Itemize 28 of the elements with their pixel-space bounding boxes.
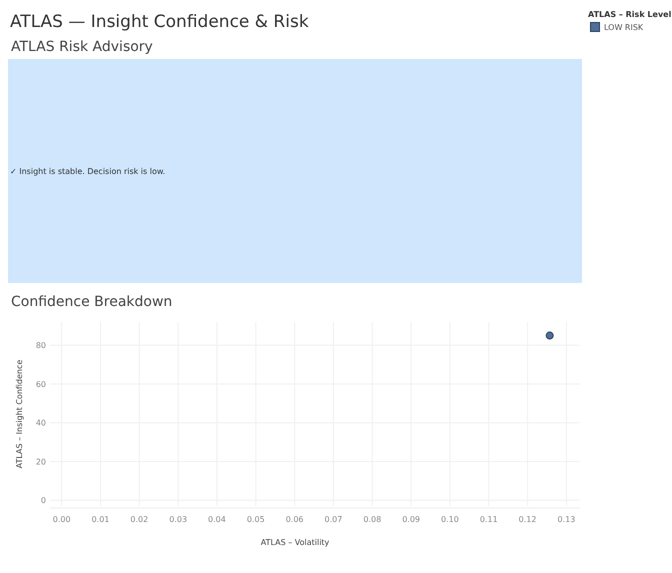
legend-label: LOW RISK [604, 22, 644, 32]
x-tick-label: 0.06 [286, 515, 304, 524]
section-title: ATLAS Risk Advisory [11, 39, 153, 55]
x-tick-label: 0.12 [518, 515, 536, 524]
dashboard-title: ATLAS — Insight Confidence & Risk [10, 12, 309, 32]
y-tick-label: 80 [36, 341, 46, 350]
x-tick-label: 0.05 [246, 515, 265, 524]
y-tick-label: 60 [36, 380, 46, 389]
x-tick-label: 0.02 [130, 515, 148, 524]
x-tick-label: 0.08 [363, 515, 382, 524]
x-tick-label: 0.09 [402, 515, 420, 524]
x-tick-label: 0.07 [324, 515, 342, 524]
y-tick-label: 0 [40, 496, 46, 506]
x-tick-label: 0.03 [169, 515, 188, 524]
data-point[interactable] [546, 332, 554, 340]
x-axis-title: ATLAS – Volatility [260, 538, 330, 547]
x-tick-label: 0.00 [52, 515, 71, 524]
y-tick-label: 20 [36, 457, 46, 466]
x-tick-label: 0.01 [92, 515, 110, 524]
y-axis-title: ATLAS – Insight Confidence [15, 360, 24, 468]
x-tick-label: 0.04 [208, 515, 226, 524]
x-tick-label: 0.10 [441, 515, 459, 524]
x-tick-label: 0.11 [480, 515, 498, 524]
y-tick-label: 40 [36, 418, 46, 428]
x-tick-label: 0.13 [558, 515, 576, 524]
advisory-message: ✓ Insight is stable. Decision risk is low. [10, 166, 166, 176]
legend-title: ATLAS – Risk Level [588, 10, 672, 19]
section-title: Confidence Breakdown [11, 294, 172, 310]
